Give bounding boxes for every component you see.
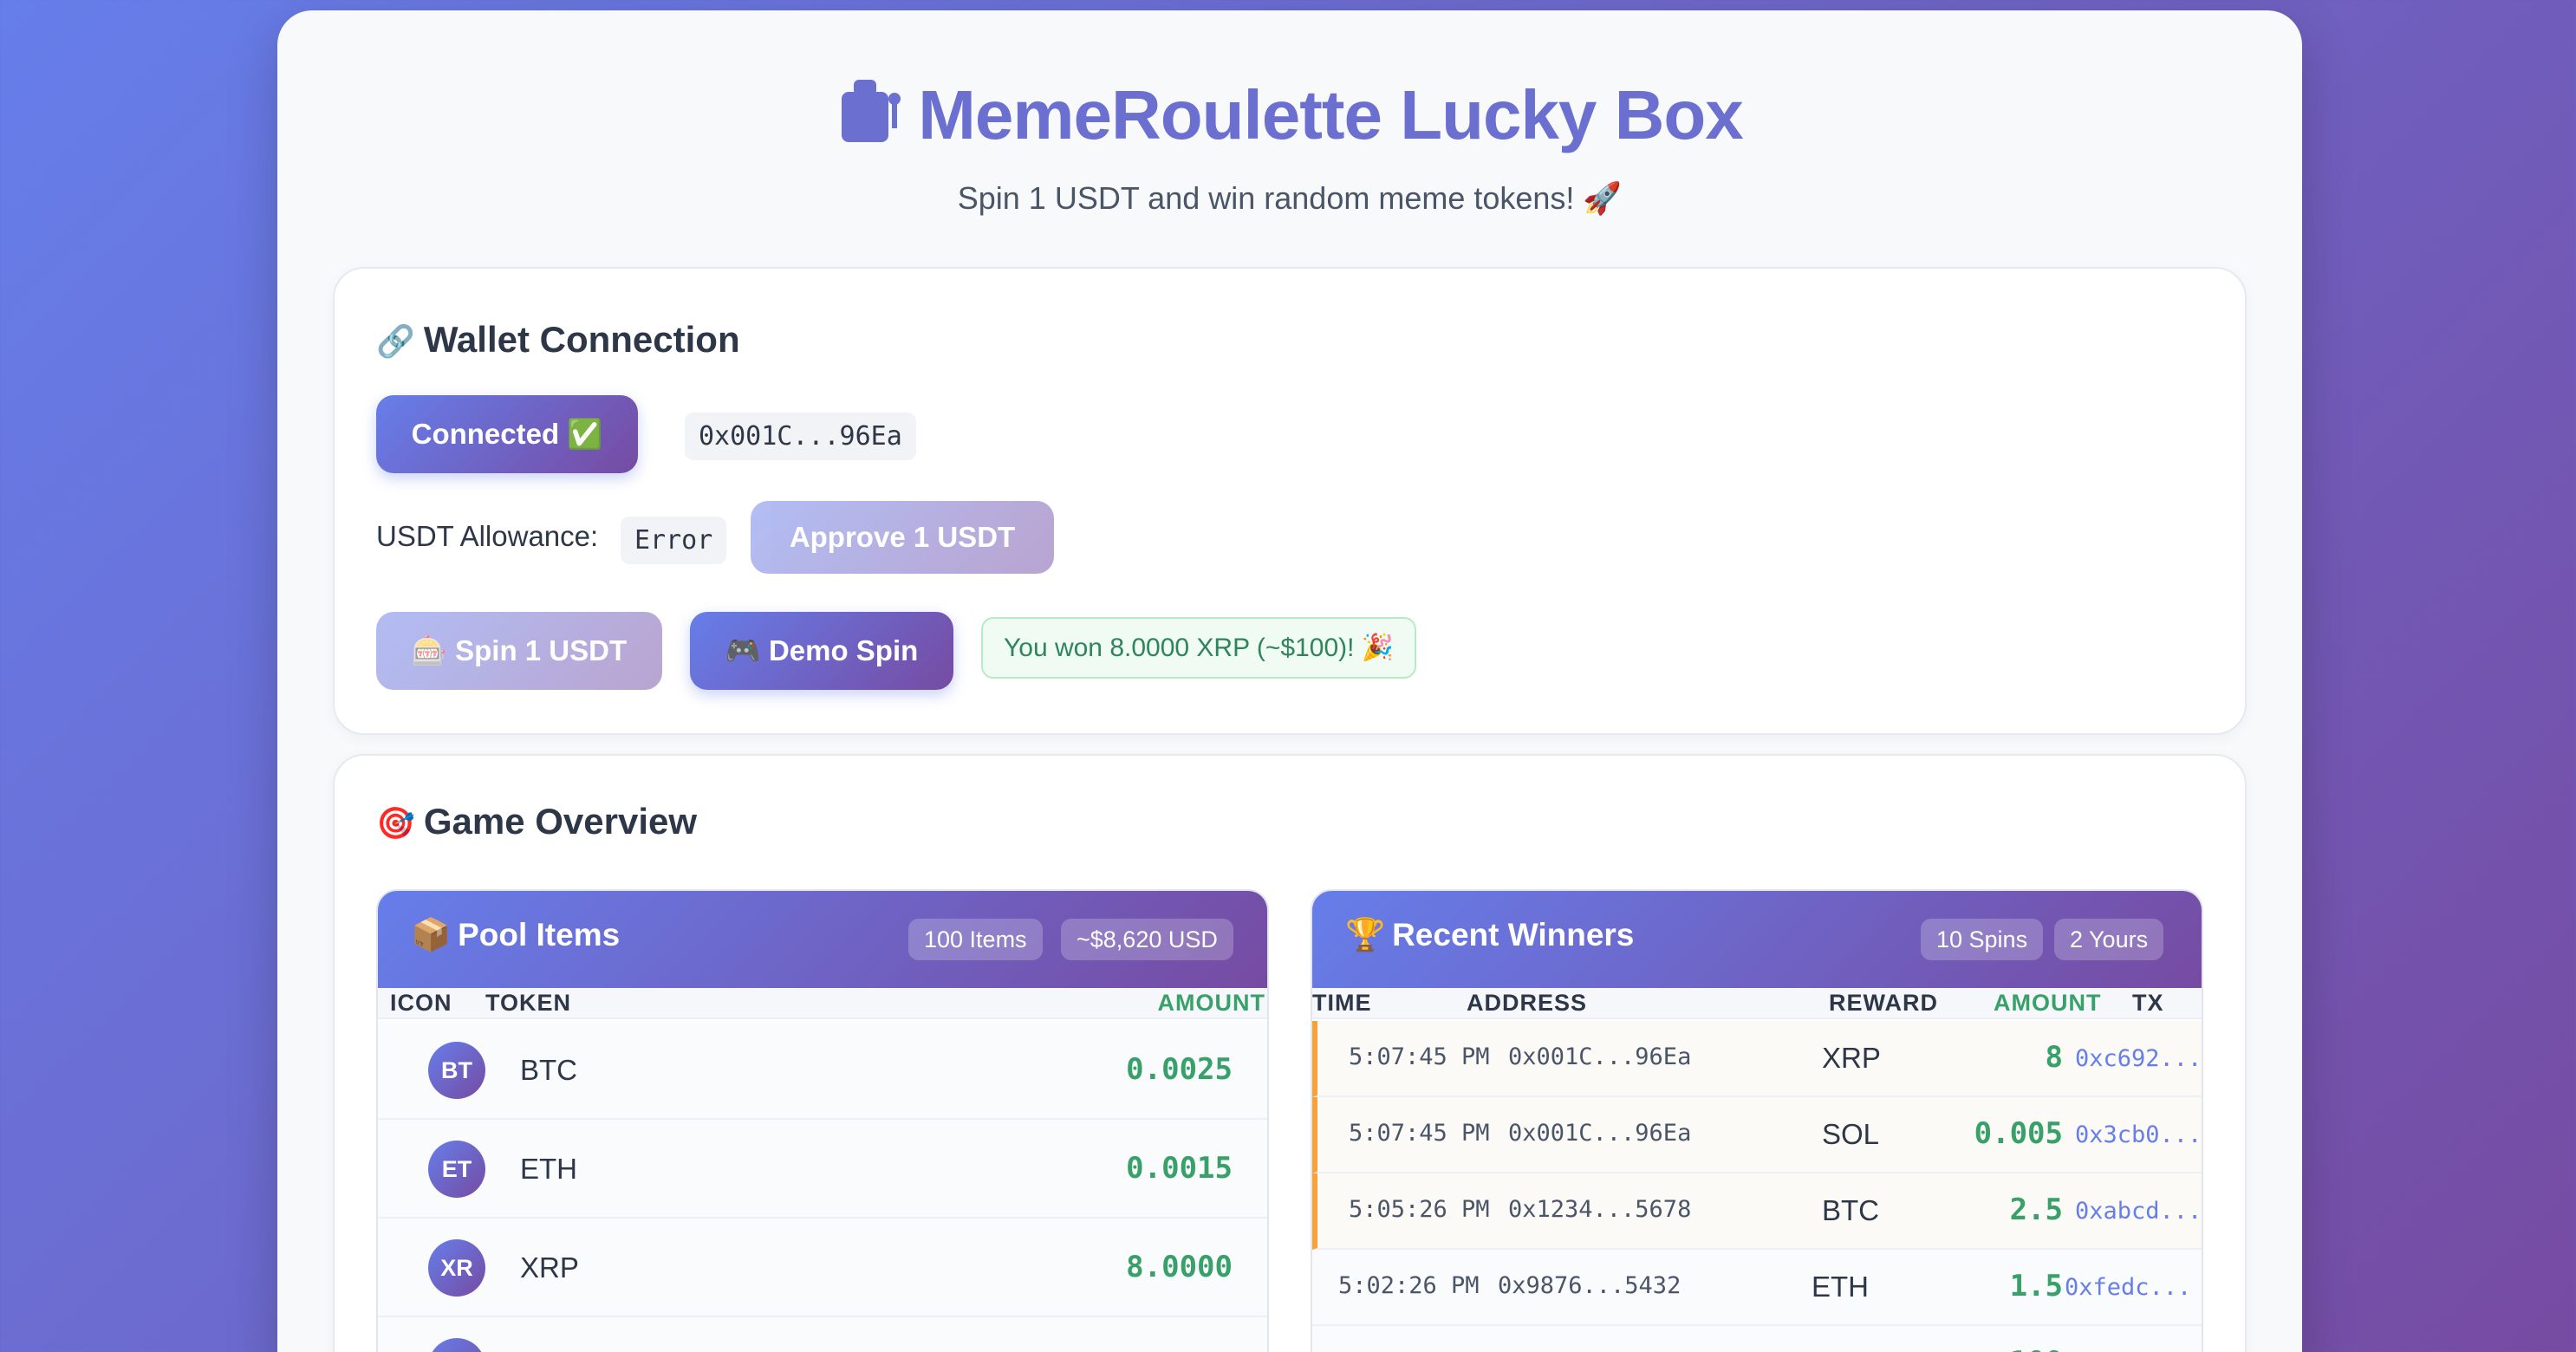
winner-reward: DOGE: [1812, 1347, 1896, 1352]
winner-amount: 0.005: [1974, 1116, 2063, 1151]
slot-machine-icon: [836, 73, 906, 162]
approve-usdt-button[interactable]: Approve 1 USDT: [751, 501, 1054, 574]
winner-row: 5:07:45 PM 0x001C...96Ea XRP 8 0xc692...: [1312, 1021, 2202, 1097]
winner-address: 0x1234...5678: [1508, 1196, 1692, 1223]
game-overview-card: 🎯 Game Overview 📦 Pool Items 100 Items ~$8…: [333, 754, 2247, 1352]
pool-item-row: BT BTC 0.0025: [378, 1021, 1267, 1120]
winner-tx-link[interactable]: 0x3cb0...: [2075, 1121, 2202, 1148]
winner-time: 5:05:26 PM: [1349, 1196, 1490, 1223]
winner-row: 5:07:45 PM 0x001C...96Ea SOL 0.005 0x3cb0...: [1312, 1097, 2202, 1173]
game-overview-title-text: Game Overview: [423, 801, 698, 842]
recent-winners-panel: 🏆 Recent Winners 10 Spins 2 Yours TIME AD…: [1311, 889, 2203, 1352]
pool-items-panel: 📦 Pool Items 100 Items ~$8,620 USD ICON T…: [376, 889, 1269, 1352]
winner-reward: SOL: [1822, 1118, 1880, 1150]
winner-tx-link[interactable]: 0xabcd...: [2075, 1198, 2202, 1225]
pool-item-row: XR XRP 8.0000: [378, 1219, 1267, 1317]
token-symbol: XRP: [520, 1251, 579, 1284]
pool-item-row: BNBNB0.0012: [378, 1317, 1267, 1352]
wallet-address: 0x001C...96Ea: [685, 413, 916, 460]
winner-address: 0x001C...96Ea: [1508, 1043, 1692, 1070]
token-amount: 0.0015: [1126, 1151, 1233, 1186]
target-icon: 🎯: [376, 805, 415, 841]
winner-reward: ETH: [1812, 1271, 1869, 1303]
spin-result-message: You won 8.0000 XRP (~$100)! 🎉: [981, 617, 1417, 679]
token-symbol: ETH: [520, 1153, 577, 1185]
winners-col-tx: TX: [2132, 990, 2164, 1016]
link-icon: 🔗: [376, 323, 415, 359]
winner-row: 5:05:26 PM 0x1234...5678 BTC 2.5 0xabcd...: [1312, 1173, 2202, 1250]
page-title: MemeRoulette Lucky Box: [277, 73, 2302, 162]
pool-value-badge: ~$8,620 USD: [1061, 919, 1233, 960]
pool-col-amount: AMOUNT: [1157, 990, 1265, 1016]
connected-button[interactable]: Connected ✅: [376, 395, 638, 473]
token-icon: BN: [428, 1338, 485, 1352]
token-amount: 0.0012: [1126, 1349, 1233, 1352]
winner-address: 0x1111...0000: [1498, 1349, 1681, 1352]
pool-items-title-text: Pool Items: [458, 917, 621, 952]
winners-table-header: TIME ADDRESS REWARD AMOUNT TX: [1312, 988, 2202, 1019]
token-icon: XR: [428, 1239, 485, 1297]
winners-col-reward: REWARD: [1829, 990, 1938, 1016]
pool-table-header: ICON TOKEN AMOUNT: [378, 988, 1267, 1019]
usdt-allowance-label: USDT Allowance:: [376, 520, 599, 552]
yours-count-badge: 2 Yours: [2054, 919, 2164, 960]
winner-address: 0x001C...96Ea: [1508, 1120, 1692, 1147]
page-subtitle: Spin 1 USDT and win random meme tokens! …: [957, 180, 1623, 216]
winner-reward: BTC: [1822, 1194, 1879, 1226]
page-title-text: MemeRoulette Lucky Box: [918, 76, 1744, 153]
token-amount: 8.0000: [1126, 1250, 1233, 1284]
token-symbol: BTC: [520, 1054, 577, 1086]
recent-winners-title: 🏆 Recent Winners: [1345, 917, 1634, 954]
winner-row: 5:02:26 PM 0x9876...5432 ETH 1.5 0xfedc...: [1312, 1250, 2202, 1326]
recent-winners-header: 🏆 Recent Winners 10 Spins 2 Yours: [1312, 891, 2202, 988]
wallet-section-title: 🔗 Wallet Connection: [376, 319, 740, 361]
pool-items-title: 📦 Pool Items: [411, 917, 620, 954]
pool-col-icon: ICON: [390, 990, 452, 1016]
token-icon: ET: [428, 1141, 485, 1198]
winner-reward: XRP: [1822, 1042, 1881, 1074]
token-amount: 0.0025: [1126, 1052, 1233, 1087]
winner-time: 5:07:45 PM: [1349, 1043, 1490, 1070]
wallet-card: 🔗 Wallet Connection Connected ✅ 0x001C...…: [333, 267, 2247, 735]
winner-amount: 1.5: [2009, 1269, 2063, 1303]
winner-time: 4:59:26 PM: [1338, 1349, 1480, 1352]
trophy-icon: 🏆: [1345, 917, 1386, 952]
winners-col-time: TIME: [1312, 990, 1372, 1016]
pool-items-header: 📦 Pool Items 100 Items ~$8,620 USD: [378, 891, 1267, 988]
box-icon: 📦: [411, 917, 452, 952]
token-icon: BT: [428, 1042, 485, 1099]
winner-time: 5:07:45 PM: [1349, 1120, 1490, 1147]
winners-col-address: ADDRESS: [1467, 990, 1588, 1016]
winners-col-amount: AMOUNT: [1994, 990, 2102, 1016]
pool-item-row: ET ETH 0.0015: [378, 1120, 1267, 1219]
winner-address: 0x9876...5432: [1498, 1272, 1682, 1299]
usdt-allowance-value: Error: [621, 517, 727, 564]
demo-spin-button[interactable]: 🎮 Demo Spin: [690, 612, 953, 690]
spins-count-badge: 10 Spins: [1921, 919, 2044, 960]
winner-tx-link[interactable]: 0xfedc...: [2065, 1274, 2191, 1301]
winner-amount: 8: [2045, 1040, 2063, 1075]
winner-amount: 100: [2010, 1345, 2063, 1352]
winner-amount: 2.5: [2009, 1193, 2063, 1227]
recent-winners-title-text: Recent Winners: [1392, 917, 1635, 952]
main-container: MemeRoulette Lucky Box Spin 1 USDT and w…: [277, 10, 2302, 1352]
winner-row: 4:59:26 PM0x1111...0000DOGE1000x1111...: [1312, 1326, 2202, 1352]
spin-usdt-button[interactable]: 🎰 Spin 1 USDT: [376, 612, 662, 690]
winner-tx-link[interactable]: 0xc692...: [2075, 1045, 2202, 1072]
game-overview-title: 🎯 Game Overview: [376, 801, 697, 842]
winner-time: 5:02:26 PM: [1338, 1272, 1480, 1299]
wallet-section-title-text: Wallet Connection: [423, 319, 740, 360]
pool-col-token: TOKEN: [485, 990, 572, 1016]
pool-items-count-badge: 100 Items: [908, 919, 1043, 960]
